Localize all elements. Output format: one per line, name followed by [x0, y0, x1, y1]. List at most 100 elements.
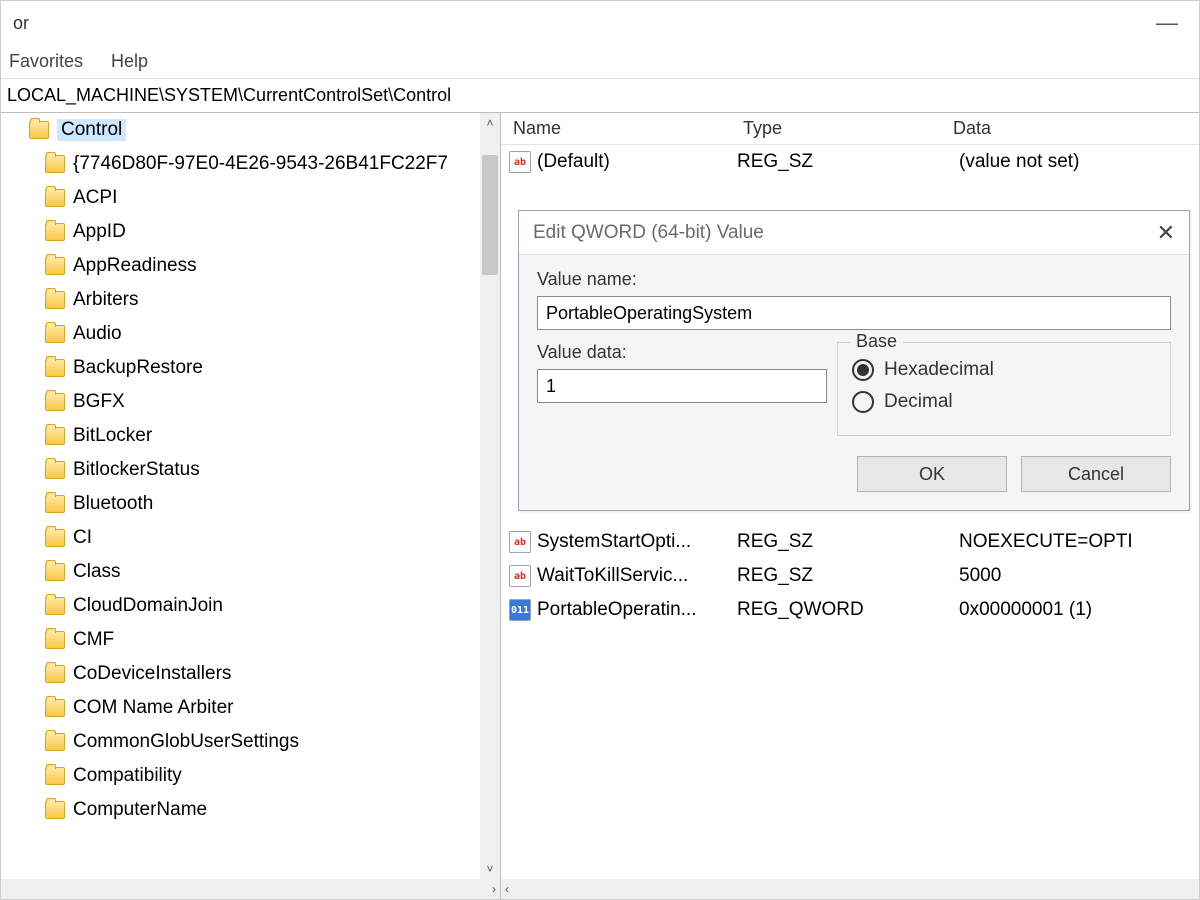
tree-horizontal-scrollbar[interactable]: ›	[1, 879, 500, 899]
folder-icon	[45, 563, 65, 581]
tree-node-label: Control	[57, 119, 126, 141]
tree-node[interactable]: AppID	[1, 215, 500, 249]
radio-dec-indicator	[852, 391, 874, 413]
list-row[interactable]: abWaitToKillServic...REG_SZ5000	[501, 559, 1199, 593]
menubar: Favorites Help	[1, 45, 1199, 79]
cell-data: NOEXECUTE=OPTI	[947, 531, 1199, 553]
tree-node-label: CI	[73, 527, 92, 549]
tree-node-label: Class	[73, 561, 121, 583]
tree-node[interactable]: ACPI	[1, 181, 500, 215]
folder-icon	[45, 325, 65, 343]
folder-icon	[45, 461, 65, 479]
tree-node-label: BitlockerStatus	[73, 459, 200, 481]
radio-decimal[interactable]: Decimal	[852, 391, 1156, 413]
tree-node[interactable]: Audio	[1, 317, 500, 351]
tree-node[interactable]: Bluetooth	[1, 487, 500, 521]
folder-icon	[29, 121, 49, 139]
tree-node[interactable]: BGFX	[1, 385, 500, 419]
folder-icon	[45, 359, 65, 377]
address-input[interactable]	[1, 81, 1199, 110]
value-name-input[interactable]	[537, 296, 1171, 330]
scroll-up-button[interactable]: ˄	[480, 113, 500, 133]
folder-icon	[45, 291, 65, 309]
tree-node[interactable]: CoDeviceInstallers	[1, 657, 500, 691]
tree-node[interactable]: BitlockerStatus	[1, 453, 500, 487]
cancel-button[interactable]: Cancel	[1021, 456, 1171, 492]
tree-node-label: BitLocker	[73, 425, 152, 447]
scroll-down-button[interactable]: ˅	[480, 859, 500, 879]
radio-hex-label: Hexadecimal	[884, 359, 994, 381]
minimize-button[interactable]: —	[1147, 10, 1187, 36]
tree-node-label: Audio	[73, 323, 122, 345]
folder-icon	[45, 427, 65, 445]
tree-node[interactable]: CMF	[1, 623, 500, 657]
tree-node-label: BackupRestore	[73, 357, 203, 379]
folder-icon	[45, 529, 65, 547]
dialog-body: Value name: Value data: Base Hexadecimal…	[519, 255, 1189, 510]
cell-name: SystemStartOpti...	[537, 531, 737, 553]
cell-name: PortableOperatin...	[537, 599, 737, 621]
window-title-fragment: or	[13, 13, 29, 34]
folder-icon	[45, 189, 65, 207]
folder-icon	[45, 393, 65, 411]
value-data-input[interactable]	[537, 369, 827, 403]
ok-button[interactable]: OK	[857, 456, 1007, 492]
list-row[interactable]: abSystemStartOpti...REG_SZNOEXECUTE=OPTI	[501, 525, 1199, 559]
tree-node[interactable]: Arbiters	[1, 283, 500, 317]
column-header-data[interactable]: Data	[941, 118, 1199, 139]
tree-node[interactable]: Compatibility	[1, 759, 500, 793]
tree-node[interactable]: CI	[1, 521, 500, 555]
column-header-type[interactable]: Type	[731, 118, 941, 139]
tree-node[interactable]: BackupRestore	[1, 351, 500, 385]
tree-node[interactable]: Class	[1, 555, 500, 589]
folder-icon	[45, 665, 65, 683]
tree-node-label: CommonGlobUserSettings	[73, 731, 299, 753]
folder-icon	[45, 801, 65, 819]
tree-node[interactable]: ComputerName	[1, 793, 500, 827]
cell-type: REG_SZ	[737, 565, 947, 587]
registry-tree[interactable]: Control {7746D80F-97E0-4E26-9543-26B41FC…	[1, 113, 500, 899]
tree-node[interactable]: AppReadiness	[1, 249, 500, 283]
titlebar: or —	[1, 1, 1199, 45]
folder-icon	[45, 631, 65, 649]
scroll-left-button[interactable]: ‹	[505, 882, 509, 896]
folder-icon	[45, 767, 65, 785]
scroll-thumb[interactable]	[482, 155, 498, 275]
list-header: Name Type Data	[501, 113, 1199, 145]
close-icon[interactable]: ✕	[1157, 220, 1175, 246]
cell-data: 5000	[947, 565, 1199, 587]
radio-hex-indicator	[852, 359, 874, 381]
tree-node-label: CloudDomainJoin	[73, 595, 223, 617]
tree-node[interactable]: CloudDomainJoin	[1, 589, 500, 623]
tree-node[interactable]: CommonGlobUserSettings	[1, 725, 500, 759]
tree-node-label: Bluetooth	[73, 493, 153, 515]
tree-node-label: COM Name Arbiter	[73, 697, 233, 719]
tree-node-label: AppID	[73, 221, 126, 243]
tree-node-control[interactable]: Control	[1, 113, 500, 147]
address-bar	[1, 79, 1199, 113]
column-header-name[interactable]: Name	[501, 118, 731, 139]
scroll-right-button[interactable]: ›	[492, 882, 496, 896]
edit-qword-dialog: Edit QWORD (64-bit) Value ✕ Value name: …	[518, 210, 1190, 511]
menu-help[interactable]: Help	[111, 51, 148, 72]
cell-type: REG_QWORD	[737, 599, 947, 621]
tree-node-label: Compatibility	[73, 765, 182, 787]
list-row[interactable]: ab(Default)REG_SZ(value not set)	[501, 145, 1199, 179]
list-row[interactable]: 011PortableOperatin...REG_QWORD0x0000000…	[501, 593, 1199, 627]
list-horizontal-scrollbar[interactable]: ‹	[501, 879, 1199, 899]
tree-pane: Control {7746D80F-97E0-4E26-9543-26B41FC…	[1, 113, 501, 899]
tree-node[interactable]: COM Name Arbiter	[1, 691, 500, 725]
base-legend: Base	[850, 331, 903, 352]
tree-node[interactable]: BitLocker	[1, 419, 500, 453]
tree-node[interactable]: {7746D80F-97E0-4E26-9543-26B41FC22F7	[1, 147, 500, 181]
radio-hexadecimal[interactable]: Hexadecimal	[852, 359, 1156, 381]
menu-favorites[interactable]: Favorites	[9, 51, 83, 72]
dialog-titlebar: Edit QWORD (64-bit) Value ✕	[519, 211, 1189, 255]
cell-data: 0x00000001 (1)	[947, 599, 1199, 621]
tree-node-label: CoDeviceInstallers	[73, 663, 231, 685]
folder-icon	[45, 733, 65, 751]
tree-node-label: {7746D80F-97E0-4E26-9543-26B41FC22F7	[73, 153, 448, 175]
cell-type: REG_SZ	[737, 151, 947, 173]
folder-icon	[45, 257, 65, 275]
tree-vertical-scrollbar[interactable]: ˄ ˅	[480, 113, 500, 879]
